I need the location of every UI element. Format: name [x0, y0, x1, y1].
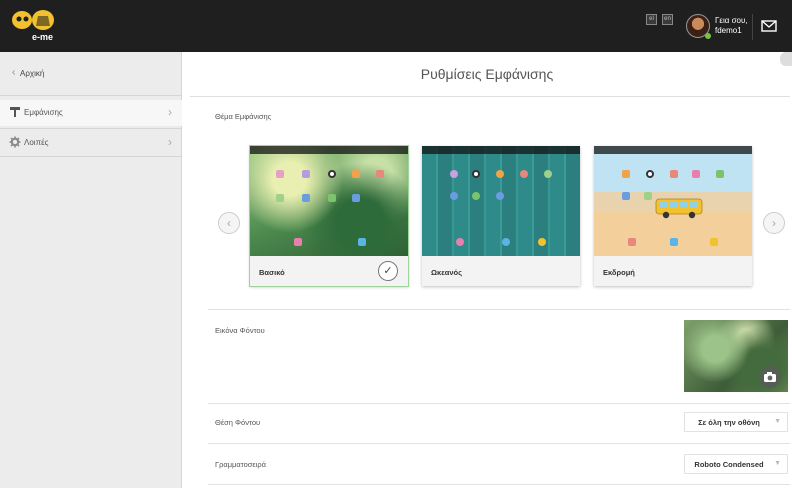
app-tile	[376, 170, 384, 178]
chevron-right-icon: ›	[168, 135, 172, 149]
app-tile	[450, 170, 458, 178]
theme-card-footer: Εκδρομή	[594, 256, 752, 286]
selected-value: Σε όλη την οθόνη	[698, 418, 760, 427]
app-tile	[670, 170, 678, 178]
username: fdemo1	[715, 26, 742, 35]
app-tile	[710, 238, 718, 246]
greeting-line1: Γεια σου,	[715, 16, 748, 25]
theme-name: Βασικό	[259, 268, 285, 277]
theme-card-footer: Ωκεανός	[422, 256, 580, 286]
divider	[208, 403, 790, 404]
app-tile	[450, 192, 458, 200]
app-tile	[352, 170, 360, 178]
app-tile	[622, 192, 630, 200]
language-el-icon[interactable]: el	[646, 14, 657, 25]
logo-text: e-me	[32, 32, 53, 42]
divider	[0, 128, 182, 129]
app-tile	[358, 238, 366, 246]
online-status-icon	[705, 33, 711, 39]
school-bus-illustration	[655, 198, 703, 219]
background-image-preview[interactable]	[684, 320, 788, 392]
panel-toggle-handle[interactable]	[780, 52, 792, 66]
user-greeting[interactable]: Γεια σου, fdemo1	[715, 16, 748, 36]
selected-value: Roboto Condensed	[694, 460, 764, 469]
app-tile	[628, 238, 636, 246]
sidebar-item-label: Λοιπές	[24, 138, 49, 147]
app-tile	[456, 238, 464, 246]
preview-topbar	[250, 146, 408, 154]
chevron-down-icon: ▼	[774, 418, 781, 425]
app-tile	[502, 238, 510, 246]
app-tile	[294, 238, 302, 246]
theme-card-basic[interactable]: Βασικό ✓	[249, 145, 409, 287]
font-select[interactable]: Roboto Condensed ▼	[684, 454, 788, 474]
back-home-link[interactable]: ‹ Αρχική	[0, 52, 182, 96]
theme-preview-image	[250, 146, 408, 256]
divider	[208, 309, 790, 310]
sidebar-item-appearance[interactable]: Εμφάνισης ›	[0, 100, 182, 126]
app-tile	[472, 170, 480, 178]
chevron-down-icon: ▼	[774, 460, 781, 467]
divider	[190, 96, 790, 97]
theme-card-excursion[interactable]: Εκδρομή	[594, 146, 752, 286]
preview-topbar	[422, 146, 580, 154]
chevron-right-icon: ›	[772, 216, 776, 230]
theme-preview-image	[422, 146, 580, 256]
app-tile	[352, 194, 360, 202]
sidebar-item-other[interactable]: Λοιπές ›	[0, 130, 182, 156]
checkmark-icon: ✓	[378, 261, 398, 281]
theme-card-footer: Βασικό ✓	[250, 256, 408, 286]
camera-icon-glyph	[764, 372, 776, 382]
background-image-label: Εικόνα Φόντου	[215, 326, 265, 335]
app-tile	[520, 170, 528, 178]
app-tile	[302, 194, 310, 202]
chevron-right-icon: ›	[168, 105, 172, 119]
app-tile	[276, 170, 284, 178]
language-en-icon[interactable]: en	[662, 14, 673, 25]
app-tile	[496, 192, 504, 200]
app-tile	[646, 170, 654, 178]
app-tile	[472, 192, 480, 200]
divider	[0, 156, 182, 157]
app-tile	[538, 238, 546, 246]
theme-preview-image	[594, 146, 752, 256]
page-title: Ρυθμίσεις Εμφάνισης	[420, 66, 554, 82]
chevron-left-icon: ‹	[227, 216, 231, 230]
app-tile	[302, 170, 310, 178]
envelope-icon	[761, 20, 777, 32]
background-position-label: Θέση Φόντου	[215, 418, 261, 427]
app-tile	[622, 170, 630, 178]
app-tile	[544, 170, 552, 178]
messages-button[interactable]	[752, 14, 792, 40]
app-tile	[716, 170, 724, 178]
sidebar: ‹ Αρχική Εμφάνισης › Λοιπές ›	[0, 52, 182, 488]
app-tile	[496, 170, 504, 178]
app-tile	[644, 192, 652, 200]
theme-name: Εκδρομή	[603, 268, 635, 277]
app-tile	[692, 170, 700, 178]
divider	[208, 443, 790, 444]
e-me-logo[interactable]: e-me	[8, 6, 64, 46]
app-tile	[328, 194, 336, 202]
theme-card-ocean[interactable]: Ωκεανός	[422, 146, 580, 286]
chevron-left-icon: ‹	[12, 67, 16, 78]
theme-prev-button[interactable]: ‹	[218, 212, 240, 234]
background-position-select[interactable]: Σε όλη την οθόνη ▼	[684, 412, 788, 432]
preview-topbar	[594, 146, 752, 154]
back-home-label: Αρχική	[20, 69, 45, 78]
app-tile	[670, 238, 678, 246]
app-tile	[328, 170, 336, 178]
theme-name: Ωκεανός	[431, 268, 463, 277]
divider	[208, 484, 790, 485]
paint-roller-icon	[10, 107, 20, 117]
top-bar: e-me el en Γεια σου, fdemo1	[0, 0, 792, 52]
app-tile	[276, 194, 284, 202]
theme-section-label: Θέμα Εμφάνισης	[215, 112, 272, 121]
gear-icon	[9, 136, 21, 148]
camera-icon[interactable]	[759, 366, 781, 388]
font-label: Γραμματοσειρά	[215, 460, 266, 469]
theme-next-button[interactable]: ›	[763, 212, 785, 234]
sidebar-item-label: Εμφάνισης	[24, 108, 63, 117]
